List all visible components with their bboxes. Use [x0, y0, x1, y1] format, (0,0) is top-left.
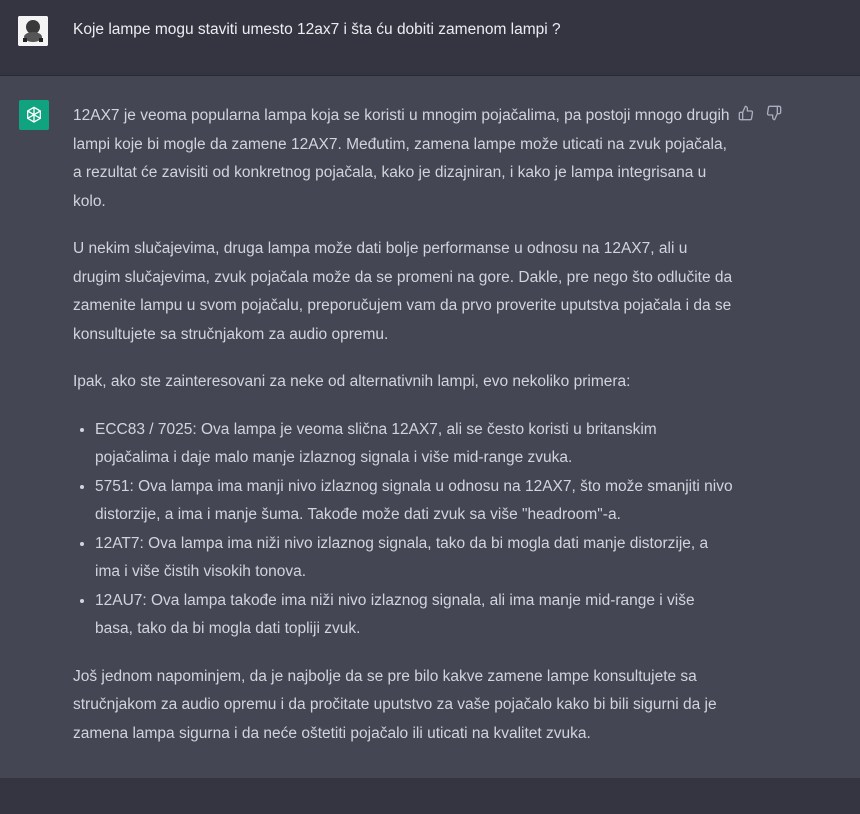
answer-paragraph-3: Ipak, ako ste zainteresovani za neke od … — [73, 373, 631, 390]
thumbs-up-icon — [738, 105, 754, 121]
list-item: ECC83 / 7025: Ova lampa je veoma slična … — [80, 416, 733, 473]
thumbs-up-button[interactable] — [737, 104, 755, 122]
assistant-answer: 12AX7 je veoma popularna lampa koja se k… — [73, 102, 733, 767]
openai-logo-icon — [27, 106, 41, 123]
answer-closing-paragraph: Još jednom napominjem, da je najbolje da… — [73, 667, 717, 742]
user-message-row: Koje lampe mogu staviti umesto 12ax7 i š… — [0, 0, 860, 76]
thumbs-down-button[interactable] — [765, 104, 783, 122]
feedback-buttons — [737, 104, 783, 122]
answer-paragraph-2: U nekim slučajevima, druga lampa može da… — [73, 240, 733, 343]
user-avatar — [18, 16, 48, 46]
thumbs-down-icon — [766, 105, 782, 121]
list-item: 5751: Ova lampa ima manji nivo izlaznog … — [80, 473, 733, 530]
alternative-tubes-list: ECC83 / 7025: Ova lampa je veoma slična … — [73, 416, 733, 644]
bottom-area — [0, 778, 860, 814]
assistant-message-row: 12AX7 je veoma popularna lampa koja se k… — [0, 76, 860, 778]
answer-paragraph-1: 12AX7 je veoma popularna lampa koja se k… — [73, 107, 730, 210]
user-photo-avatar-icon — [18, 16, 48, 46]
list-item: 12AT7: Ova lampa ima niži nivo izlaznog … — [80, 530, 733, 587]
list-item: 12AU7: Ova lampa takođe ima niži nivo iz… — [80, 587, 733, 644]
user-message-text: Koje lampe mogu staviti umesto 12ax7 i š… — [73, 21, 561, 38]
assistant-avatar — [19, 100, 49, 130]
